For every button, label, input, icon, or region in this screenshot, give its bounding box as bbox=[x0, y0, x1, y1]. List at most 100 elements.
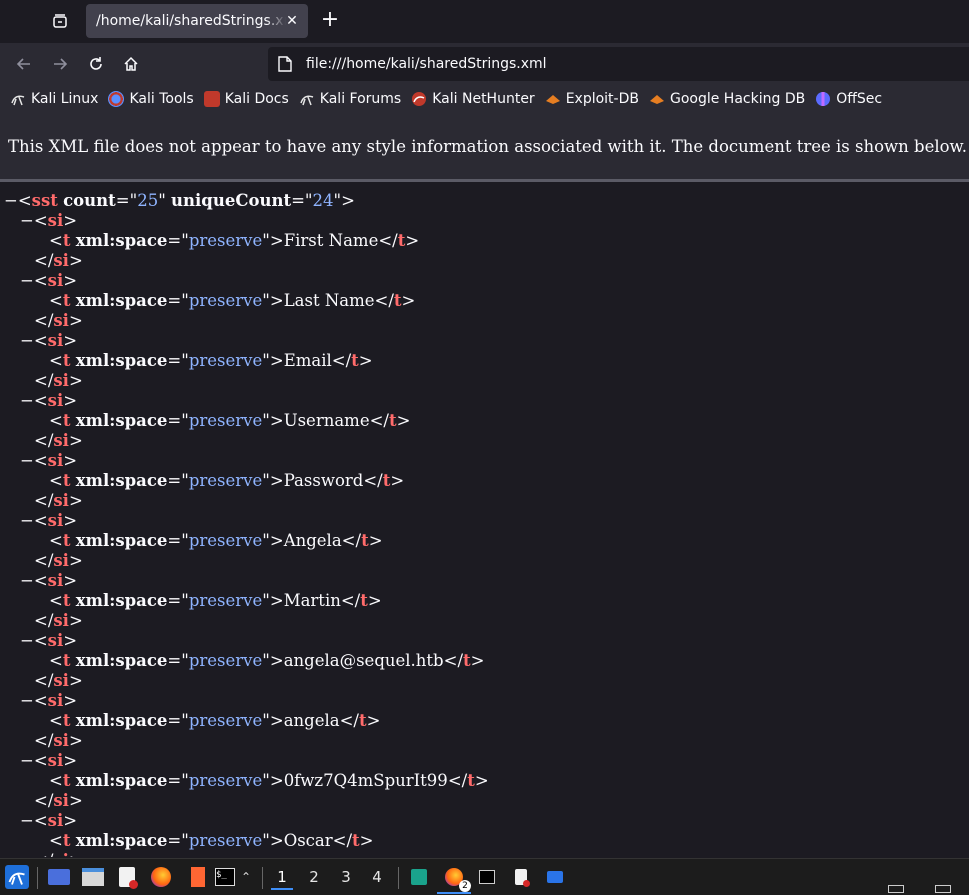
xml-root-open-line[interactable]: −<sst count="25" uniqueCount="24"> bbox=[4, 191, 355, 211]
reload-button[interactable] bbox=[82, 50, 110, 78]
xml-quote: "> bbox=[262, 531, 284, 550]
xml-bracket: > bbox=[368, 531, 383, 550]
back-button[interactable] bbox=[10, 50, 38, 78]
workspace-3[interactable]: 3 bbox=[335, 866, 357, 888]
xml-document-tree: −<sst count="25" uniqueCount="24"> −<si> <… bbox=[0, 185, 969, 857]
text-editor-button[interactable] bbox=[115, 865, 139, 889]
terminal-launcher[interactable]: $_ bbox=[213, 865, 237, 889]
window-app-green[interactable] bbox=[407, 865, 431, 889]
firefox-icon bbox=[151, 867, 171, 887]
xml-si-open-line[interactable]: −<si> bbox=[20, 211, 77, 231]
xml-bracket: > bbox=[63, 211, 78, 230]
xml-si-open-line[interactable]: −<si> bbox=[20, 691, 77, 711]
xml-bracket: < bbox=[33, 391, 48, 410]
bookmark-kali-forums[interactable]: Kali Forums bbox=[299, 91, 401, 107]
bookmark-kali-tools[interactable]: Kali Tools bbox=[108, 91, 194, 107]
xml-bracket: > bbox=[396, 411, 411, 430]
window-firefox[interactable]: 2 bbox=[437, 862, 471, 894]
xml-tag-name: sst bbox=[31, 191, 58, 210]
xml-si-open-line[interactable]: −<si> bbox=[20, 571, 77, 591]
launcher-expand-chevron-icon[interactable]: ⌃ bbox=[238, 865, 254, 889]
collapse-toggle: − bbox=[20, 391, 34, 410]
home-icon bbox=[124, 56, 138, 71]
xml-si-close-line: </si> bbox=[34, 731, 83, 751]
xml-si-open-line[interactable]: −<si> bbox=[20, 331, 77, 351]
tray-item[interactable] bbox=[930, 883, 956, 895]
xml-bracket: </ bbox=[341, 531, 362, 550]
burpsuite-icon bbox=[191, 867, 205, 887]
xml-si-open-line[interactable]: −<si> bbox=[20, 511, 77, 531]
workspace-1[interactable]: 1 bbox=[271, 866, 293, 890]
bookmark-kali-docs[interactable]: Kali Docs bbox=[203, 91, 289, 107]
xml-bracket: </ bbox=[363, 471, 383, 490]
burpsuite-launcher[interactable] bbox=[186, 865, 210, 889]
bookmark-google-hacking-db[interactable]: Google Hacking DB bbox=[649, 91, 805, 107]
tab-title: /home/kali/sharedStrings.xml bbox=[96, 13, 286, 29]
workspace-2[interactable]: 2 bbox=[303, 866, 325, 888]
xml-attr-name: xml:space bbox=[75, 591, 168, 610]
xml-si-open-line[interactable]: −<si> bbox=[20, 271, 77, 291]
xml-si-open-line[interactable]: −<si> bbox=[20, 751, 77, 771]
home-button[interactable] bbox=[117, 50, 145, 78]
xml-si-open-line[interactable]: −<si> bbox=[20, 391, 77, 411]
xml-quote: "> bbox=[262, 651, 284, 670]
kali-menu-button[interactable] bbox=[5, 865, 29, 889]
xml-attr-value: preserve bbox=[188, 831, 263, 850]
xml-si-close-line: </si> bbox=[34, 851, 83, 857]
new-tab-button[interactable]: + bbox=[316, 7, 344, 35]
window-file-manager[interactable] bbox=[543, 865, 567, 889]
window-text-editor[interactable] bbox=[509, 865, 533, 889]
xml-bracket: > bbox=[68, 491, 83, 510]
reload-icon bbox=[90, 57, 102, 70]
forward-button[interactable] bbox=[46, 50, 74, 78]
xml-attr-name: xml:space bbox=[75, 711, 168, 730]
tab-list-button[interactable] bbox=[44, 5, 76, 37]
tab-close-icon[interactable]: ✕ bbox=[284, 13, 300, 29]
xml-attr-value: preserve bbox=[188, 771, 263, 790]
xml-attr-value: preserve bbox=[188, 291, 263, 310]
kali-dragon-icon bbox=[300, 95, 314, 106]
xml-si-open-line[interactable]: −<si> bbox=[20, 811, 77, 831]
xml-attr-name: count bbox=[63, 191, 116, 210]
xml-tag-name: si bbox=[47, 571, 64, 590]
xml-tag-name: si bbox=[53, 791, 69, 810]
xml-t-element-line: <t xml:space="preserve">Angela</t> bbox=[49, 531, 383, 551]
xml-bracket: > bbox=[63, 751, 78, 770]
workspace-4[interactable]: 4 bbox=[366, 866, 388, 888]
bookmark-kali-linux[interactable]: Kali Linux bbox=[10, 91, 98, 107]
xml-bracket: > bbox=[68, 731, 83, 750]
xml-bracket: < bbox=[33, 211, 48, 230]
xml-text-content: Password bbox=[283, 471, 364, 490]
bookmark-kali-nethunter[interactable]: Kali NetHunter bbox=[411, 91, 535, 107]
window-terminal[interactable] bbox=[475, 865, 499, 889]
taskbar-separator bbox=[37, 867, 38, 889]
bookmark-exploit-db[interactable]: Exploit-DB bbox=[545, 91, 639, 107]
xml-equals: =" bbox=[167, 351, 189, 370]
bookmark-label: Kali NetHunter bbox=[432, 91, 535, 107]
url-bar[interactable]: file:///home/kali/sharedStrings.xml bbox=[268, 47, 969, 81]
xml-bracket: </ bbox=[34, 791, 54, 810]
taskbar: $_ ⌃ 1 2 3 4 2 bbox=[0, 858, 969, 895]
bookmark-offsec[interactable]: OffSec bbox=[815, 91, 882, 107]
xml-tag-name: t bbox=[388, 411, 397, 430]
forward-arrow-icon bbox=[54, 58, 68, 70]
xml-si-open-line[interactable]: −<si> bbox=[20, 451, 77, 471]
xml-bracket: > bbox=[68, 251, 83, 270]
xml-bracket: > bbox=[63, 271, 78, 290]
xml-bracket: </ bbox=[34, 311, 54, 330]
xml-t-element-line: <t xml:space="preserve">Martin</t> bbox=[49, 591, 382, 611]
file-manager-button[interactable] bbox=[81, 865, 105, 889]
xml-si-open-line[interactable]: −<si> bbox=[20, 631, 77, 651]
xml-text-content: Email bbox=[283, 351, 332, 370]
show-desktop-button[interactable] bbox=[47, 865, 71, 889]
tab-sharedstrings[interactable]: /home/kali/sharedStrings.xml ✕ bbox=[86, 4, 308, 38]
tab-list-icon bbox=[53, 14, 67, 28]
collapse-toggle: − bbox=[4, 191, 18, 210]
xml-bracket: < bbox=[49, 651, 63, 670]
xml-bracket: </ bbox=[34, 551, 54, 570]
tray-item[interactable] bbox=[884, 883, 908, 895]
xml-quote: "> bbox=[262, 411, 284, 430]
xml-bracket: < bbox=[33, 751, 48, 770]
firefox-launcher[interactable] bbox=[149, 865, 173, 889]
xml-bracket: < bbox=[49, 831, 63, 850]
